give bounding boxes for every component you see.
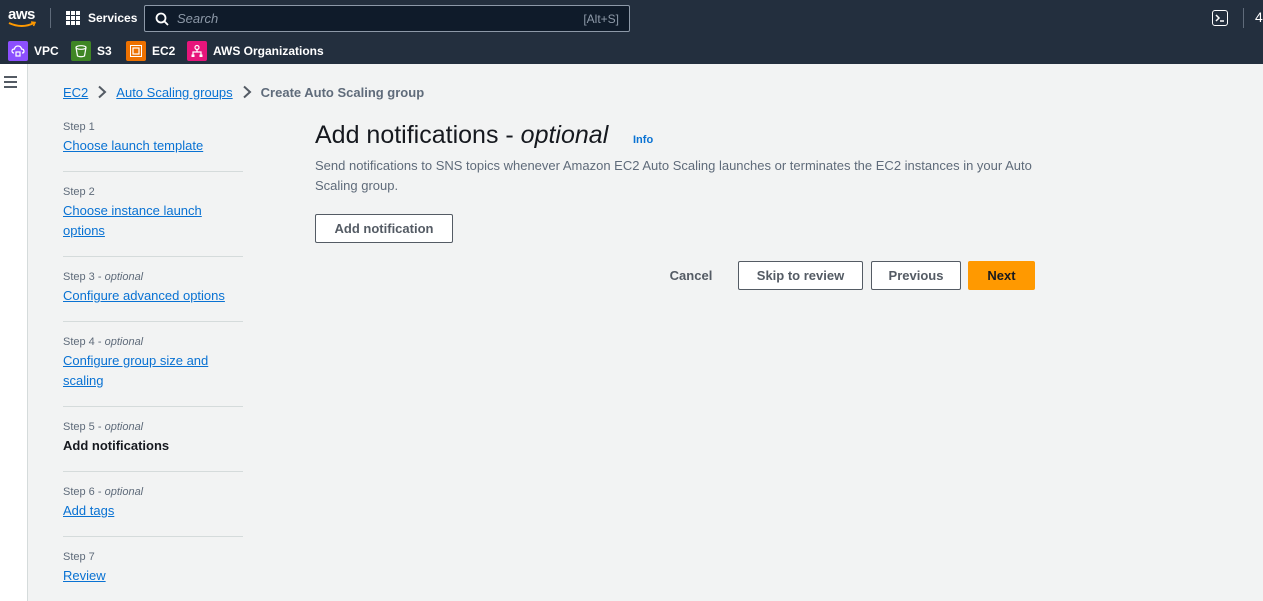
add-notification-button[interactable]: Add notification bbox=[315, 214, 453, 243]
step-number: Step 3 - optional bbox=[63, 271, 144, 283]
info-link[interactable]: Info bbox=[633, 134, 653, 146]
side-navigation-rail bbox=[0, 64, 28, 601]
step-link-choose-instance-launch-options[interactable]: Choose instance launch options bbox=[63, 201, 243, 241]
skip-to-review-button[interactable]: Skip to review bbox=[738, 261, 863, 290]
favorite-aws-organizations[interactable]: AWS Organizations bbox=[187, 40, 324, 61]
step-link-configure-group-size[interactable]: Configure group size and scaling bbox=[63, 351, 213, 391]
s3-icon bbox=[71, 40, 91, 61]
wizard-step: Step 3 - optional Configure advanced opt… bbox=[63, 268, 243, 322]
wizard-step: Step 4 - optional Configure group size a… bbox=[63, 333, 243, 407]
aws-smile-icon bbox=[8, 21, 36, 27]
hamburger-menu-icon[interactable] bbox=[4, 76, 18, 88]
breadcrumb-current: Create Auto Scaling group bbox=[260, 84, 425, 100]
favorite-vpc[interactable]: VPC bbox=[8, 40, 59, 61]
vpc-icon bbox=[8, 40, 28, 61]
search-input[interactable] bbox=[177, 11, 584, 26]
step-link-configure-advanced-options[interactable]: Configure advanced options bbox=[63, 286, 243, 306]
cancel-button[interactable]: Cancel bbox=[660, 261, 722, 290]
step-number: Step 5 - optional bbox=[63, 421, 144, 433]
grid-icon bbox=[66, 11, 80, 25]
favorite-label: EC2 bbox=[152, 43, 176, 58]
divider bbox=[1243, 8, 1244, 28]
aws-logo[interactable]: aws bbox=[6, 5, 38, 31]
step-number: Step 1 bbox=[63, 121, 95, 133]
favorite-label: VPC bbox=[34, 43, 59, 58]
top-navigation: aws Services [Alt+S] 4 bbox=[0, 0, 1263, 64]
favorite-ec2[interactable]: EC2 bbox=[126, 40, 175, 61]
favorite-s3[interactable]: S3 bbox=[71, 40, 112, 61]
step-link-choose-launch-template[interactable]: Choose launch template bbox=[63, 136, 243, 156]
step-number: Step 4 - optional bbox=[63, 336, 144, 348]
top-navigation-row: aws Services [Alt+S] 4 bbox=[0, 0, 1263, 36]
chevron-right-icon bbox=[98, 85, 107, 99]
step-number: Step 6 - optional bbox=[63, 486, 144, 498]
services-menu-button[interactable]: Services bbox=[66, 9, 137, 27]
favorites-bar: VPC S3 EC2 AWS Organizations bbox=[0, 36, 1263, 64]
previous-button[interactable]: Previous bbox=[871, 261, 961, 290]
step-number: Step 2 bbox=[63, 186, 95, 198]
wizard-step: Step 1 Choose launch template bbox=[63, 118, 243, 172]
chevron-right-icon bbox=[242, 85, 252, 99]
next-button[interactable]: Next bbox=[968, 261, 1035, 290]
wizard-steps: Step 1 Choose launch template Step 2 Cho… bbox=[63, 118, 243, 601]
cloudshell-icon[interactable] bbox=[1212, 10, 1228, 26]
search-bar[interactable]: [Alt+S] bbox=[144, 5, 630, 32]
notifications-count[interactable]: 4 bbox=[1255, 9, 1263, 25]
favorite-label: AWS Organizations bbox=[213, 43, 324, 58]
services-label: Services bbox=[88, 11, 138, 25]
wizard-step: Step 7 Review bbox=[63, 548, 243, 601]
favorite-label: S3 bbox=[97, 43, 112, 58]
breadcrumb-ec2[interactable]: EC2 bbox=[63, 85, 88, 100]
organizations-icon bbox=[187, 40, 207, 61]
step-link-review[interactable]: Review bbox=[63, 566, 243, 586]
wizard-step: Step 6 - optional Add tags bbox=[63, 483, 243, 537]
wizard-step: Step 2 Choose instance launch options bbox=[63, 183, 243, 257]
breadcrumb-auto-scaling-groups[interactable]: Auto Scaling groups bbox=[116, 85, 232, 100]
step-link-add-tags[interactable]: Add tags bbox=[63, 501, 243, 521]
breadcrumb: EC2 Auto Scaling groups Create Auto Scal… bbox=[63, 83, 424, 101]
page-description: Send notifications to SNS topics wheneve… bbox=[315, 158, 1032, 193]
step-number: Step 7 bbox=[63, 551, 95, 563]
step-current-add-notifications: Add notifications bbox=[63, 438, 170, 453]
ec2-icon bbox=[126, 40, 146, 61]
divider bbox=[50, 8, 51, 28]
page-title: Add notifications - optional bbox=[315, 121, 609, 149]
wizard-step: Step 5 - optional Add notifications bbox=[63, 418, 243, 472]
search-icon bbox=[155, 12, 169, 26]
search-shortcut-hint: [Alt+S] bbox=[583, 11, 619, 26]
